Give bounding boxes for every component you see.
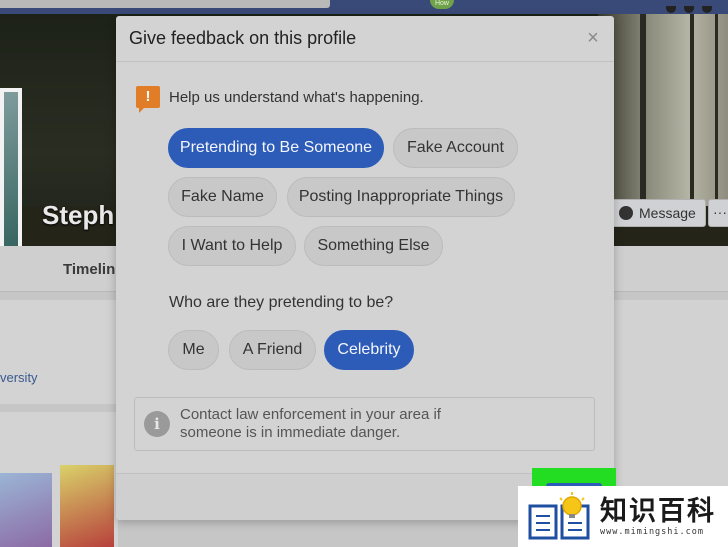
- watermark-title: 知识百科: [600, 495, 716, 527]
- option-me[interactable]: Me: [168, 330, 219, 370]
- university-link[interactable]: versity: [0, 370, 38, 385]
- photo-thumbnail[interactable]: [0, 473, 52, 547]
- watermark: 知识百科 www.mimingshi.com: [518, 486, 728, 547]
- option-fake-account[interactable]: Fake Account: [393, 128, 518, 168]
- option-posting-inappropriate-things[interactable]: Posting Inappropriate Things: [287, 177, 515, 217]
- who-question: Who are they pretending to be?: [169, 294, 394, 311]
- avatar-image: [4, 92, 18, 269]
- intro-text: Help us understand what's happening.: [169, 88, 424, 106]
- option-pretending-to-be-someone[interactable]: Pretending to Be Someone: [168, 128, 384, 168]
- tab-timeline[interactable]: Timelin: [63, 261, 115, 278]
- intro-row: ! Help us understand what's happening.: [136, 86, 424, 113]
- top-nav-bar: How: [0, 0, 728, 14]
- dialog-title: Give feedback on this profile: [129, 28, 357, 48]
- info-notice: i Contact law enforcement in your area i…: [134, 397, 595, 451]
- feedback-dialog: Give feedback on this profile × ! Help u…: [116, 16, 614, 520]
- watermark-text: 知识百科 www.mimingshi.com: [600, 495, 716, 537]
- book-lightbulb-icon: [528, 491, 590, 539]
- photo-thumbnail[interactable]: [60, 465, 114, 547]
- top-badge: How: [430, 0, 454, 9]
- message-button[interactable]: Message: [608, 199, 706, 227]
- option-fake-name[interactable]: Fake Name: [168, 177, 277, 217]
- info-icon: i: [144, 411, 170, 437]
- option-a-friend[interactable]: A Friend: [229, 330, 316, 370]
- intro-card: versity: [0, 300, 118, 404]
- alert-icon: !: [136, 86, 160, 113]
- option-celebrity[interactable]: Celebrity: [324, 330, 414, 370]
- close-icon[interactable]: ×: [584, 27, 602, 49]
- option-something-else[interactable]: Something Else: [304, 226, 443, 266]
- nav-icons: [658, 0, 718, 13]
- profile-name: Steph: [42, 200, 115, 230]
- notifications-icon[interactable]: [702, 6, 712, 13]
- dialog-header: Give feedback on this profile ×: [116, 16, 614, 62]
- message-button-label: Message: [639, 205, 696, 221]
- more-button[interactable]: ···: [708, 199, 728, 227]
- messages-icon[interactable]: [684, 6, 694, 13]
- messenger-icon: [619, 206, 633, 220]
- search-input[interactable]: [0, 0, 330, 8]
- option-i-want-to-help[interactable]: I Want to Help: [168, 226, 296, 266]
- friends-icon[interactable]: [666, 6, 676, 13]
- watermark-url: www.mimingshi.com: [600, 526, 704, 537]
- info-text: Contact law enforcement in your area if …: [180, 406, 441, 441]
